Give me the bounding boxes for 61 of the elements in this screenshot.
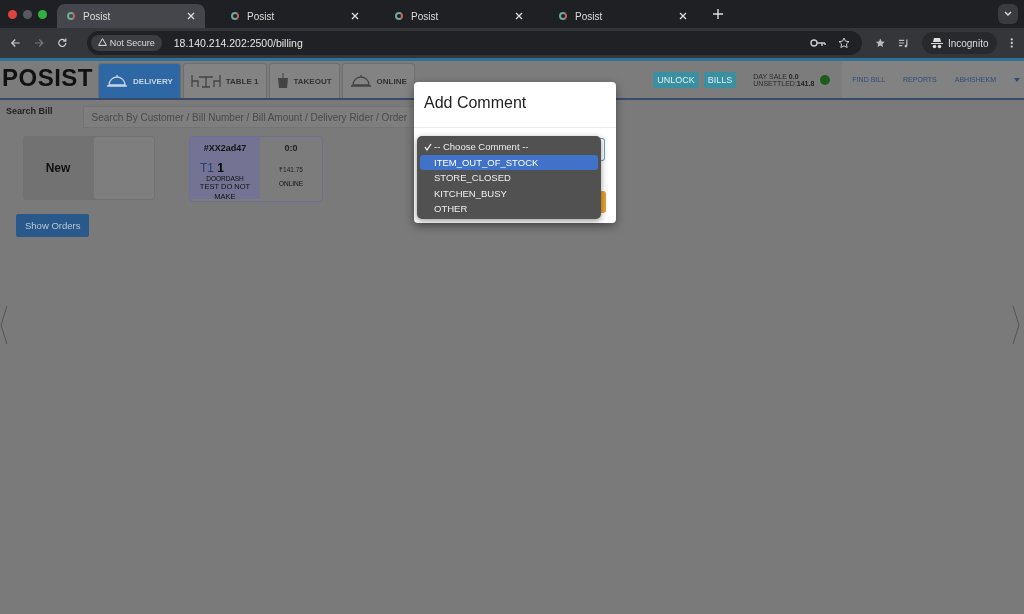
minimize-window-icon[interactable] bbox=[23, 9, 32, 19]
table-icon bbox=[190, 74, 221, 88]
maximize-window-icon[interactable] bbox=[38, 9, 47, 19]
new-order-card[interactable]: New bbox=[23, 136, 155, 200]
tab-title: Posist bbox=[411, 10, 440, 22]
favicon-icon bbox=[231, 12, 239, 20]
address-bar[interactable]: Not Secure 18.140.214.202:2500/billing bbox=[86, 31, 862, 55]
close-icon[interactable] bbox=[351, 12, 359, 20]
star-icon[interactable] bbox=[837, 37, 850, 49]
dropdown-option[interactable]: OTHER bbox=[420, 201, 598, 217]
browser-tab[interactable]: Posist bbox=[385, 4, 533, 28]
dialog-title: Add Comment bbox=[414, 82, 616, 128]
comment-dropdown[interactable]: -- Choose Comment -- ITEM_OUT_OF_STOCK STORE_CLOSED KITCHEN_BUSY OTHER bbox=[417, 136, 601, 219]
browser-tab[interactable]: Posist bbox=[57, 4, 205, 28]
cloche-icon bbox=[349, 73, 372, 89]
extensions-icon[interactable] bbox=[874, 37, 886, 49]
favicon-icon bbox=[559, 12, 567, 20]
takeout-cup-icon bbox=[276, 73, 289, 89]
incognito-button[interactable]: Incognito bbox=[921, 32, 998, 54]
close-window-icon[interactable] bbox=[8, 9, 17, 19]
header-button[interactable]: BILLS bbox=[703, 71, 737, 88]
header-button[interactable]: UNLOCK bbox=[653, 71, 699, 88]
dropdown-option[interactable]: ITEM_OUT_OF_STOCK bbox=[420, 154, 598, 170]
reload-icon[interactable] bbox=[57, 37, 68, 49]
dropdown-option[interactable]: KITCHEN_BUSY bbox=[420, 185, 598, 201]
order-type-tab[interactable]: DELIVERY bbox=[98, 63, 181, 98]
order-time: 0:0 bbox=[284, 143, 298, 153]
favicon-icon bbox=[67, 12, 75, 20]
dropdown-option[interactable]: STORE_CLOSED bbox=[420, 170, 598, 186]
browser-tab[interactable]: Posist bbox=[221, 4, 369, 28]
search-label: Search Bill bbox=[6, 106, 53, 116]
close-icon[interactable] bbox=[515, 12, 523, 20]
incognito-icon bbox=[930, 37, 943, 49]
media-icon[interactable] bbox=[898, 37, 909, 49]
new-label: New bbox=[44, 160, 72, 177]
close-icon[interactable] bbox=[679, 12, 687, 20]
show-orders-button[interactable]: Show Orders bbox=[16, 214, 90, 237]
order-number: #XX2ad47 bbox=[203, 143, 247, 153]
status-dot bbox=[820, 74, 831, 85]
security-badge[interactable]: Not Secure bbox=[90, 35, 162, 51]
dropdown-option[interactable]: -- Choose Comment -- bbox=[420, 139, 598, 155]
forward-icon[interactable] bbox=[33, 37, 45, 49]
order-type-tab[interactable]: ONLINE bbox=[341, 63, 415, 98]
warning-icon bbox=[97, 38, 107, 46]
tab-title: Posist bbox=[575, 10, 604, 22]
tab-title: Posist bbox=[83, 10, 112, 22]
cloche-icon bbox=[106, 73, 129, 89]
more-icon[interactable] bbox=[1010, 37, 1014, 49]
favicon-icon bbox=[395, 12, 403, 20]
close-icon[interactable] bbox=[187, 12, 195, 20]
new-tab-icon[interactable] bbox=[713, 9, 723, 19]
posist-logo: POSIST bbox=[1, 63, 95, 93]
table-number: T1 1 bbox=[200, 161, 225, 175]
key-icon[interactable] bbox=[809, 38, 826, 48]
url-text: 18.140.214.202:2500/billing bbox=[173, 37, 303, 49]
tab-title: Posist bbox=[247, 10, 276, 22]
order-type-tab[interactable]: TABLE 1 bbox=[182, 63, 267, 98]
browser-tab[interactable]: Posist bbox=[549, 4, 697, 28]
chevron-down-icon[interactable] bbox=[998, 4, 1018, 24]
order-type-tab[interactable]: TAKEOUT bbox=[268, 63, 340, 98]
back-icon[interactable] bbox=[10, 37, 21, 49]
